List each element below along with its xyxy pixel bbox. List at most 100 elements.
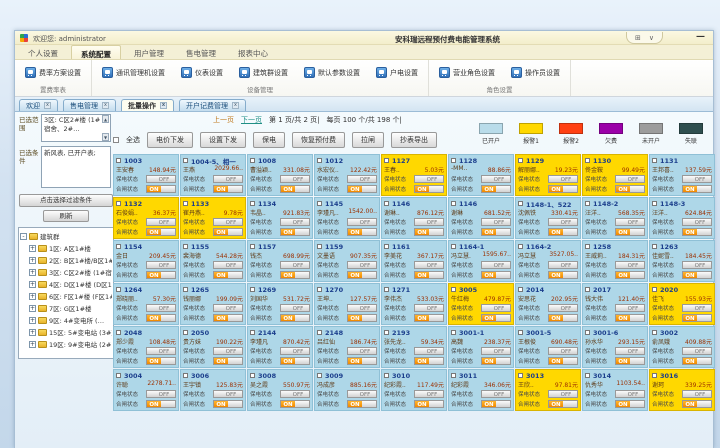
tab-close-icon[interactable]: x [232,102,239,109]
power-protect-toggle[interactable]: OFF [414,261,444,269]
meter-checkbox[interactable] [384,373,389,378]
meter-checkbox[interactable] [451,287,456,292]
meter-checkbox[interactable] [518,244,523,249]
power-protect-toggle[interactable]: OFF [615,304,645,312]
tab-close-icon[interactable]: x [160,102,167,109]
switch-status-toggle[interactable]: ON [280,400,310,408]
meter-checkbox[interactable] [250,158,255,163]
meter-card[interactable]: 3005牛红梅479.87元保电状态OFF合闸状态ON [448,283,514,325]
meter-checkbox[interactable] [250,287,255,292]
meter-card[interactable]: 1148-3汪洋..624.84元保电状态OFF合闸状态ON [649,197,715,239]
expand-icon[interactable]: + [29,305,36,312]
expand-icon[interactable]: + [29,329,36,336]
power-protect-toggle[interactable]: OFF [146,261,176,269]
expand-icon[interactable]: + [29,317,36,324]
power-protect-toggle[interactable]: OFF [146,390,176,398]
switch-status-toggle[interactable]: ON [280,314,310,322]
meter-checkbox[interactable] [518,330,523,335]
tree-item[interactable]: +2区: B区1#楼/B区1#… [20,254,112,266]
meter-card[interactable]: 3006王宇镇125.83元保电状态OFF合闸状态ON [180,369,246,411]
power-protect-toggle[interactable]: OFF [548,218,578,226]
meter-card[interactable]: 3014仇秀华1103.54..保电状态OFF合闸状态ON [582,369,648,411]
meter-checkbox[interactable] [518,201,523,206]
power-protect-toggle[interactable]: OFF [682,175,712,183]
expand-icon[interactable]: + [29,245,36,252]
meter-checkbox[interactable] [384,330,389,335]
meter-card[interactable]: 1264郑晓丽..57.30元保电状态OFF合闸状态ON [113,283,179,325]
meter-checkbox[interactable] [116,373,121,378]
switch-status-toggle[interactable]: ON [146,271,176,279]
switch-status-toggle[interactable]: ON [548,314,578,322]
power-protect-toggle[interactable]: OFF [347,304,377,312]
power-protect-toggle[interactable]: OFF [213,261,243,269]
power-protect-toggle[interactable]: OFF [146,175,176,183]
meter-checkbox[interactable] [250,244,255,249]
switch-status-toggle[interactable]: ON [213,400,243,408]
meter-checkbox[interactable] [317,158,322,163]
meter-checkbox[interactable] [116,287,121,292]
meter-card[interactable]: 1161李美花367.17元保电状态OFF合闸状态ON [381,240,447,282]
switch-status-toggle[interactable]: ON [146,185,176,193]
meter-card[interactable]: 1258王威莉..184.31元保电状态OFF合闸状态ON [582,240,648,282]
power-protect-toggle[interactable]: OFF [280,218,310,226]
switch-status-toggle[interactable]: ON [682,228,712,236]
meter-checkbox[interactable] [451,158,456,163]
switch-status-toggle[interactable]: ON [414,400,444,408]
meter-checkbox[interactable] [585,201,590,206]
select-all-checkbox[interactable] [113,137,119,143]
meter-card[interactable]: 3013王欣..97.81元保电状态OFF合闸状态ON [515,369,581,411]
switch-status-toggle[interactable]: ON [481,185,511,193]
switch-status-toggle[interactable]: ON [213,228,243,236]
power-protect-toggle[interactable]: OFF [615,218,645,226]
switch-status-toggle[interactable]: ON [146,314,176,322]
switch-status-toggle[interactable]: ON [146,228,176,236]
power-protect-toggle[interactable]: OFF [615,347,645,355]
ribbon-button[interactable]: 营业角色设置 [437,65,497,80]
switch-status-toggle[interactable]: ON [347,271,377,279]
tab-batch-operation[interactable]: 批量操作x [121,99,174,111]
collapse-icon[interactable]: - [20,233,27,240]
switch-status-toggle[interactable]: ON [213,185,243,193]
switch-status-toggle[interactable]: ON [280,357,310,365]
meter-card[interactable]: 1131王邦喜..137.59元保电状态OFF合闸状态ON [649,154,715,196]
meter-checkbox[interactable] [451,330,456,335]
prev-page-link[interactable]: 上一页 [213,115,234,125]
switch-status-toggle[interactable]: ON [615,271,645,279]
tab-item[interactable]: 开户记费管理x [179,99,246,111]
menu-item[interactable]: 报表中心 [229,45,277,59]
meter-checkbox[interactable] [384,287,389,292]
meter-card[interactable]: 2020佳飞155.93元保电状态OFF合闸状态ON [649,283,715,325]
meter-checkbox[interactable] [183,244,188,249]
switch-status-toggle[interactable]: ON [615,228,645,236]
meter-card[interactable]: 1148-2汪洋..568.35元保电状态OFF合闸状态ON [582,197,648,239]
power-protect-toggle[interactable]: OFF [414,218,444,226]
meter-card[interactable]: 1148-1、522沈佩铁330.41元保电状态OFF合闸状态ON [515,197,581,239]
power-protect-toggle[interactable]: OFF [481,304,511,312]
tab-item[interactable]: 欢迎x [19,99,58,111]
switch-status-toggle[interactable]: ON [347,314,377,322]
menu-item[interactable]: 系统配置 [71,45,121,59]
expand-icon[interactable]: + [29,269,36,276]
tree-item[interactable]: +9区: 4#变电所 (… [20,314,112,326]
meter-checkbox[interactable] [250,330,255,335]
meter-card[interactable]: 1004-5、相一王燕2029.66..保电状态OFF合闸状态ON [180,154,246,196]
meter-checkbox[interactable] [317,201,322,206]
power-protect-toggle[interactable]: OFF [414,175,444,183]
meter-checkbox[interactable] [116,158,121,163]
meter-checkbox[interactable] [116,201,121,206]
meter-card[interactable]: 1008曹溢颖..331.08元保电状态OFF合闸状态ON [247,154,313,196]
switch-status-toggle[interactable]: ON [347,400,377,408]
ribbon-button[interactable]: 费率方案设置 [23,65,83,80]
power-protect-toggle[interactable]: OFF [146,304,176,312]
toolbar-button[interactable]: 恢复预付费 [292,132,345,148]
switch-status-toggle[interactable]: ON [414,357,444,365]
next-page-link[interactable]: 下一页 [241,115,262,125]
minimize-icon[interactable]: — [696,32,705,42]
toolbar-button[interactable]: 保电 [253,132,285,148]
refresh-button[interactable]: 刷新 [43,210,89,222]
meter-card[interactable]: 1270王坤..127.57元保电状态OFF合闸状态ON [314,283,380,325]
meter-checkbox[interactable] [652,373,657,378]
meter-checkbox[interactable] [250,201,255,206]
power-protect-toggle[interactable]: OFF [280,347,310,355]
meter-card[interactable]: 3004许聪2278.71..保电状态OFF合闸状态ON [113,369,179,411]
